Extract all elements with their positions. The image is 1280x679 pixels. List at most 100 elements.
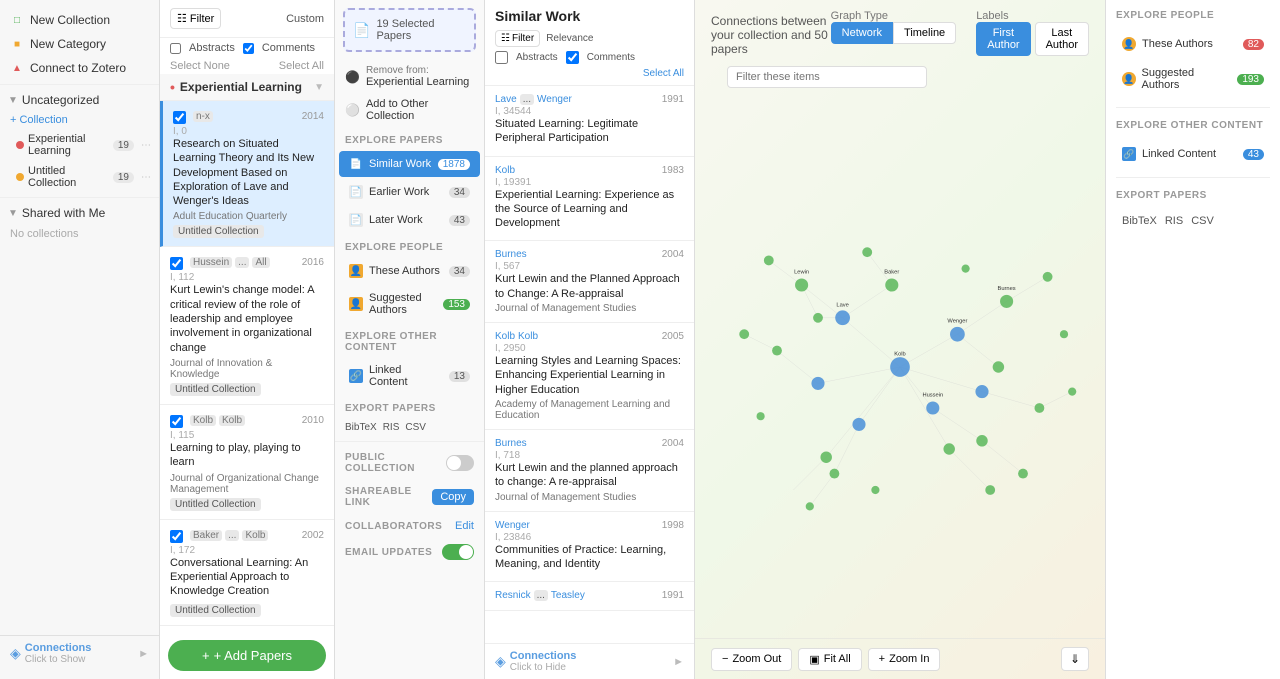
- paper-item[interactable]: Hussein ... All 2016 I, 112 Kurt Lewin's…: [160, 247, 334, 404]
- connections-footer[interactable]: ◈ Connections Click to Show ►: [0, 635, 159, 671]
- zoom-in-btn[interactable]: + Zoom In: [868, 648, 941, 671]
- linked-content-item[interactable]: 🔗 Linked Content 13: [339, 358, 480, 394]
- untitled-collection-item[interactable]: Untitled Collection 19 ⋯: [0, 161, 159, 193]
- graph-node[interactable]: [1000, 295, 1013, 308]
- rs-bibtex-btn[interactable]: BibTeX: [1122, 215, 1157, 227]
- graph-node[interactable]: [835, 310, 850, 325]
- similar-work-item[interactable]: 📄 Similar Work 1878: [339, 151, 480, 177]
- comments-checkbox[interactable]: [243, 43, 254, 54]
- graph-node[interactable]: [1018, 469, 1028, 479]
- graph-node[interactable]: [962, 265, 970, 273]
- rs-these-authors-item[interactable]: 👤 These Authors 82: [1116, 33, 1270, 55]
- new-category-item[interactable]: ■ New Category: [0, 32, 159, 56]
- graph-node[interactable]: [943, 443, 954, 454]
- paper-checkbox[interactable]: [170, 530, 183, 543]
- graph-node[interactable]: [950, 327, 965, 342]
- graph-node[interactable]: [813, 313, 823, 323]
- graph-node[interactable]: [757, 412, 765, 420]
- similar-comments-checkbox[interactable]: [566, 51, 579, 64]
- graph-node[interactable]: [811, 377, 824, 390]
- similar-item[interactable]: Kolb 1983 I, 19391 Experiential Learning…: [485, 157, 694, 242]
- email-updates-toggle[interactable]: [442, 544, 474, 560]
- paper-checkbox[interactable]: [170, 257, 183, 270]
- zoom-out-btn[interactable]: − Zoom Out: [711, 648, 792, 671]
- similar-abstracts-checkbox[interactable]: [495, 51, 508, 64]
- earlier-work-item[interactable]: 📄 Earlier Work 34: [339, 179, 480, 205]
- graph-node[interactable]: [806, 502, 814, 510]
- similar-filter-btn[interactable]: ☷ Filter: [495, 30, 540, 47]
- graph-node[interactable]: [820, 451, 831, 462]
- graph-node[interactable]: [795, 278, 808, 291]
- graph-node[interactable]: [739, 329, 749, 339]
- bibtex-btn[interactable]: BibTeX: [345, 422, 377, 433]
- first-author-btn[interactable]: First Author: [976, 22, 1030, 56]
- similar-item[interactable]: Burnes 2004 I, 567 Kurt Lewin and the Pl…: [485, 241, 694, 323]
- rs-ris-btn[interactable]: RIS: [1165, 215, 1183, 227]
- paper-item[interactable]: Baker ... Kolb 2002 I, 172 Conversationa…: [160, 520, 334, 627]
- connect-zotero-item[interactable]: ▲ Connect to Zotero: [0, 56, 159, 80]
- similar-item[interactable]: Burnes 2004 I, 718 Kurt Lewin and the pl…: [485, 430, 694, 512]
- shared-with-me-item[interactable]: ▼ Shared with Me: [0, 202, 159, 224]
- network-btn[interactable]: Network: [831, 22, 893, 44]
- relevance-btn[interactable]: Relevance: [546, 33, 593, 44]
- paper-checkbox[interactable]: [173, 111, 186, 124]
- copy-button[interactable]: Copy: [432, 489, 474, 505]
- graph-node[interactable]: [985, 485, 995, 495]
- graph-node[interactable]: [993, 361, 1004, 372]
- graph-node[interactable]: [1043, 272, 1053, 282]
- csv-btn[interactable]: CSV: [405, 422, 426, 433]
- filter-button[interactable]: ☷ Filter: [170, 8, 221, 29]
- suggested-authors-item[interactable]: 👤 Suggested Authors 153: [339, 286, 480, 322]
- similar-item[interactable]: Resnick ... Teasley 1991: [485, 582, 694, 611]
- later-work-item[interactable]: 📄 Later Work 43: [339, 207, 480, 233]
- rs-csv-btn[interactable]: CSV: [1191, 215, 1214, 227]
- add-to-collection-item[interactable]: ⚪ Add to Other Collection: [335, 93, 484, 127]
- public-collection-toggle[interactable]: [446, 455, 474, 471]
- similar-item[interactable]: Lave ... Wenger 1991 I, 34544 Situated L…: [485, 86, 694, 157]
- download-btn[interactable]: ⇓: [1061, 647, 1089, 671]
- graph-node[interactable]: [975, 385, 988, 398]
- graph-node[interactable]: [1068, 388, 1076, 396]
- similar-footer[interactable]: ◈ Connections Click to Hide ►: [485, 643, 694, 679]
- graph-node[interactable]: [829, 469, 839, 479]
- graph-node[interactable]: [764, 255, 774, 265]
- graph-node[interactable]: [976, 435, 987, 446]
- graph-node[interactable]: [890, 357, 910, 377]
- graph-node[interactable]: [862, 247, 872, 257]
- last-author-btn[interactable]: Last Author: [1035, 22, 1089, 56]
- ris-btn[interactable]: RIS: [383, 422, 400, 433]
- graph-node[interactable]: [772, 346, 782, 356]
- paper-item[interactable]: Kolb Kolb 2010 I, 115 Learning to play, …: [160, 405, 334, 520]
- new-collection-item[interactable]: □ New Collection: [0, 8, 159, 32]
- uncategorized-item[interactable]: ▼ Uncategorized: [0, 89, 159, 111]
- add-papers-button[interactable]: + + Add Papers: [168, 640, 326, 671]
- fit-all-btn[interactable]: ▣ Fit All: [798, 648, 861, 671]
- custom-button[interactable]: Custom: [286, 13, 324, 25]
- graph-node[interactable]: [926, 401, 939, 414]
- graph-node[interactable]: [871, 486, 879, 494]
- graph-node[interactable]: [885, 278, 898, 291]
- remove-from-item[interactable]: ⚫ Remove from: Experiential Learning: [335, 60, 484, 93]
- abstracts-checkbox[interactable]: [170, 43, 181, 54]
- edit-button[interactable]: Edit: [455, 520, 474, 532]
- experiential-more-btn[interactable]: ⋯: [141, 140, 151, 151]
- graph-node[interactable]: [852, 418, 865, 431]
- graph-node[interactable]: [1060, 330, 1068, 338]
- rs-suggested-authors-item[interactable]: 👤 Suggested Authors 193: [1116, 63, 1270, 95]
- select-none-btn[interactable]: Select None: [170, 60, 230, 72]
- experiential-learning-item[interactable]: Experiential Learning 19 ⋯: [0, 129, 159, 161]
- graph-node[interactable]: [1034, 403, 1044, 413]
- filter-input[interactable]: [727, 66, 927, 88]
- similar-item[interactable]: Wenger 1998 I, 23846 Communities of Prac…: [485, 512, 694, 583]
- paper-item[interactable]: n-x 2014 I, 0 Research on Situated Learn…: [160, 101, 334, 247]
- paper-item[interactable]: hebert 2015 I, 70: [160, 626, 334, 632]
- similar-select-all-btn[interactable]: Select All: [495, 66, 684, 81]
- plus-collection-btn[interactable]: + Collection: [0, 111, 159, 129]
- timeline-btn[interactable]: Timeline: [893, 22, 956, 44]
- these-authors-item[interactable]: 👤 These Authors 34: [339, 258, 480, 284]
- similar-item[interactable]: Kolb Kolb 2005 I, 2950 Learning Styles a…: [485, 323, 694, 430]
- rs-linked-content-item[interactable]: 🔗 Linked Content 43: [1116, 143, 1270, 165]
- untitled-more-btn[interactable]: ⋯: [141, 172, 151, 183]
- select-all-btn[interactable]: Select All: [279, 60, 324, 72]
- paper-checkbox[interactable]: [170, 415, 183, 428]
